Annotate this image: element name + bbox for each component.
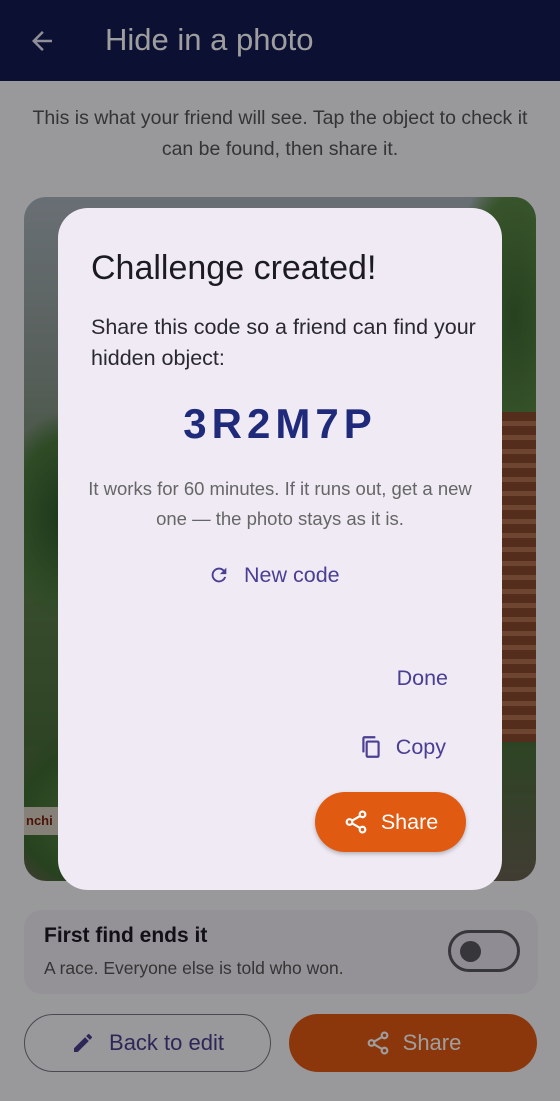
challenge-dialog: Challenge created! Share this code so a …	[58, 208, 502, 890]
dialog-share-button[interactable]: Share	[315, 792, 466, 852]
new-code-label: New code	[244, 562, 340, 587]
refresh-icon	[211, 567, 227, 583]
done-button[interactable]: Done	[397, 666, 448, 691]
copy-button[interactable]: Copy	[358, 734, 446, 760]
dialog-note: It works for 60 minutes. If it runs out,…	[88, 478, 472, 529]
dialog-body: Share this code so a friend can find you…	[91, 315, 476, 370]
challenge-code: 3R2M7P	[183, 400, 377, 447]
copy-label: Copy	[395, 734, 446, 759]
dialog-share-label: Share	[380, 809, 439, 834]
copy-icon	[362, 736, 380, 758]
new-code-button[interactable]: New code	[208, 558, 340, 592]
share-icon	[345, 810, 367, 834]
dialog-title: Challenge created!	[91, 249, 377, 287]
